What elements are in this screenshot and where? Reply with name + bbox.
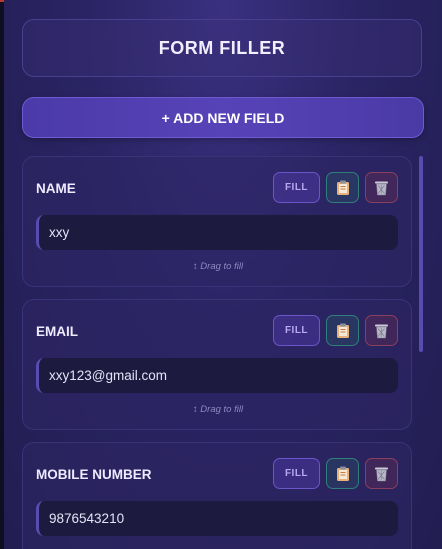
- drag-hint: ↕ Drag to fill: [192, 404, 244, 415]
- field-value[interactable]: xxy: [36, 215, 398, 250]
- trash-icon: [375, 324, 388, 338]
- field-list[interactable]: NAME FILL xxy ↕ Drag to fill EMAIL FILL …: [22, 156, 416, 549]
- delete-button[interactable]: [365, 172, 398, 203]
- field-value[interactable]: xxy123@gmail.com: [36, 358, 398, 393]
- clipboard-icon: [336, 323, 349, 338]
- copy-button[interactable]: [326, 315, 359, 346]
- delete-button[interactable]: [365, 315, 398, 346]
- trash-icon: [375, 467, 388, 481]
- copy-button[interactable]: [326, 458, 359, 489]
- clipboard-icon: [336, 180, 349, 195]
- trash-icon: [375, 181, 388, 195]
- fill-button[interactable]: FILL: [273, 172, 320, 203]
- header: FORM FILLER: [22, 19, 422, 77]
- extension-window: FORM FILLER + ADD NEW FIELD NAME FILL xx…: [0, 0, 442, 549]
- form-filler-panel: FORM FILLER + ADD NEW FIELD NAME FILL xx…: [4, 0, 442, 549]
- field-label: EMAIL: [36, 324, 78, 339]
- field-card-email: EMAIL FILL xxy123@gmail.com ↕ Drag to fi…: [22, 299, 412, 430]
- scrollbar[interactable]: [419, 156, 423, 352]
- drag-hint: ↕ Drag to fill: [192, 261, 244, 272]
- fill-button[interactable]: FILL: [273, 458, 320, 489]
- field-label: MOBILE NUMBER: [36, 467, 152, 482]
- page-title: FORM FILLER: [158, 37, 286, 58]
- field-value[interactable]: 9876543210: [36, 501, 398, 536]
- field-card-name: NAME FILL xxy ↕ Drag to fill: [22, 156, 412, 287]
- add-new-field-button[interactable]: + ADD NEW FIELD: [22, 97, 424, 138]
- clipboard-icon: [336, 466, 349, 481]
- copy-button[interactable]: [326, 172, 359, 203]
- fill-button[interactable]: FILL: [273, 315, 320, 346]
- field-label: NAME: [36, 181, 76, 196]
- delete-button[interactable]: [365, 458, 398, 489]
- field-card-mobile-number: MOBILE NUMBER FILL 9876543210: [22, 442, 412, 549]
